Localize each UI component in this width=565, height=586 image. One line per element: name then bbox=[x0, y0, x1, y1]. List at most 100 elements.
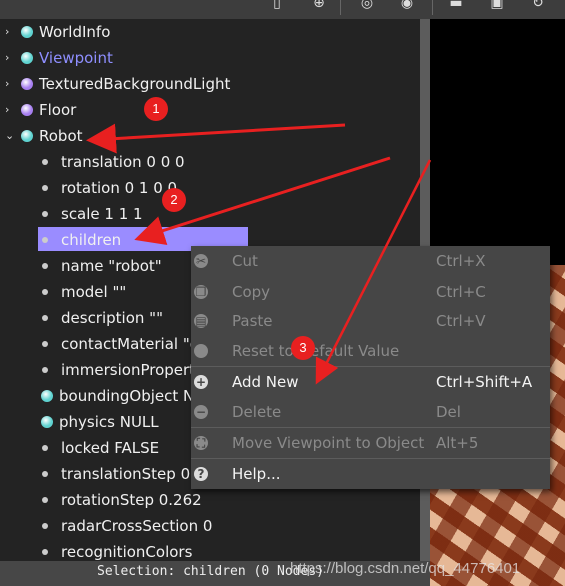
field-bullet-icon bbox=[42, 263, 48, 269]
annotation-badge: 2 bbox=[162, 188, 186, 212]
field-label: immersionPropert bbox=[61, 361, 196, 379]
reload-icon[interactable]: ↻ bbox=[530, 0, 546, 10]
menu-item-shortcut: Ctrl+V bbox=[436, 312, 486, 330]
field-label: locked FALSE bbox=[61, 439, 160, 457]
field-label: translationStep 0.0 bbox=[61, 465, 205, 483]
scissors-icon: ✂ bbox=[194, 254, 208, 268]
chevron-right-icon[interactable]: › bbox=[5, 19, 13, 45]
tree-field[interactable]: scale 1 1 1 bbox=[0, 201, 420, 227]
paste-icon: ▤ bbox=[194, 314, 208, 328]
menu-item-shortcut: Alt+5 bbox=[436, 434, 479, 452]
menu-item-delete[interactable]: − Delete Del bbox=[191, 398, 550, 426]
menu-item-label: Add New bbox=[232, 373, 299, 391]
split-view-icon[interactable]: ▯ bbox=[269, 0, 285, 10]
plus-circle-icon: + bbox=[194, 375, 208, 389]
menu-item-shortcut: Ctrl+Shift+A bbox=[436, 373, 533, 391]
field-bullet-icon bbox=[42, 211, 48, 217]
field-bullet-icon bbox=[42, 471, 48, 477]
reset-icon bbox=[194, 344, 208, 358]
field-bullet-icon bbox=[42, 523, 48, 529]
field-bullet-icon bbox=[42, 237, 48, 243]
chevron-down-icon[interactable]: ⌄ bbox=[5, 123, 14, 149]
field-bullet-icon bbox=[42, 185, 48, 191]
tree-node[interactable]: › Floor bbox=[0, 97, 420, 123]
field-label: description "" bbox=[61, 309, 163, 327]
field-label: name "robot" bbox=[61, 257, 162, 275]
menu-item-label: Paste bbox=[232, 312, 273, 330]
help-icon: ? bbox=[194, 467, 208, 481]
menu-item-shortcut: Ctrl+X bbox=[436, 252, 486, 270]
tree-field[interactable]: rotationStep 0.262 bbox=[0, 487, 420, 513]
menu-item-move-viewpoint-to-object[interactable]: ⛶ Move Viewpoint to Object Alt+5 bbox=[191, 429, 550, 457]
menu-separator bbox=[191, 366, 550, 367]
node-label: Viewpoint bbox=[39, 49, 113, 67]
add-icon[interactable]: ⊕ bbox=[311, 0, 327, 10]
rotate-view-icon[interactable]: ◎ bbox=[359, 0, 375, 10]
annotation-badge: 3 bbox=[291, 336, 315, 360]
watermark: https://blog.csdn.net/qq_44776401 bbox=[290, 560, 521, 577]
chevron-right-icon[interactable]: › bbox=[5, 45, 13, 71]
annotation-badge: 1 bbox=[144, 97, 168, 121]
tree-node[interactable]: › WorldInfo bbox=[0, 19, 420, 45]
node-label: Floor bbox=[39, 101, 77, 119]
node-icon bbox=[21, 104, 33, 116]
node-icon bbox=[21, 26, 33, 38]
field-label: boundingObject N bbox=[59, 387, 195, 405]
node-label: TexturedBackgroundLight bbox=[39, 75, 231, 93]
focus-icon: ⛶ bbox=[194, 436, 208, 450]
menu-item-label: Help... bbox=[232, 465, 281, 483]
chevron-right-icon[interactable]: › bbox=[5, 71, 13, 97]
menu-item-shortcut: Ctrl+C bbox=[436, 283, 486, 301]
field-bullet-icon bbox=[42, 341, 48, 347]
context-menu: ✂ Cut Ctrl+X ❐ Copy Ctrl+C ▤ Paste Ctrl+V Reset t… bbox=[191, 246, 550, 489]
menu-item-label: Reset to Default Value bbox=[232, 342, 400, 360]
menu-item-label: Cut bbox=[232, 252, 258, 270]
tree-node[interactable]: › Viewpoint bbox=[0, 45, 420, 71]
menu-item-label: Move Viewpoint to Object bbox=[232, 434, 425, 452]
tree-field[interactable]: rotation 0 1 0 0 bbox=[0, 175, 420, 201]
field-label: translation 0 0 0 bbox=[61, 153, 185, 171]
toolbar-divider bbox=[340, 0, 341, 15]
tree-node[interactable]: ⌄ Robot bbox=[0, 123, 420, 149]
field-label: rotationStep 0.262 bbox=[61, 491, 202, 509]
field-label: rotation 0 1 0 0 bbox=[61, 179, 178, 197]
node-icon bbox=[21, 78, 33, 90]
field-label: model "" bbox=[61, 283, 127, 301]
node-label: Robot bbox=[39, 127, 83, 145]
field-bullet-icon bbox=[42, 497, 48, 503]
menu-item-copy[interactable]: ❐ Copy Ctrl+C bbox=[191, 278, 550, 306]
save-icon[interactable]: ▣ bbox=[489, 0, 505, 10]
eye-icon[interactable]: ◉ bbox=[399, 0, 415, 10]
field-label: scale 1 1 1 bbox=[61, 205, 143, 223]
node-icon bbox=[21, 52, 33, 64]
menu-item-label: Delete bbox=[232, 403, 282, 421]
node-icon bbox=[41, 390, 53, 402]
field-label: physics NULL bbox=[59, 413, 159, 431]
tree-field[interactable]: translation 0 0 0 bbox=[0, 149, 420, 175]
tree-node[interactable]: › TexturedBackgroundLight bbox=[0, 71, 420, 97]
field-bullet-icon bbox=[42, 289, 48, 295]
field-bullet-icon bbox=[42, 315, 48, 321]
toolbar-divider bbox=[432, 0, 433, 15]
node-icon bbox=[21, 130, 33, 142]
field-bullet-icon bbox=[42, 445, 48, 451]
menu-separator bbox=[191, 427, 550, 428]
menu-item-paste[interactable]: ▤ Paste Ctrl+V bbox=[191, 307, 550, 335]
field-bullet-icon bbox=[42, 159, 48, 165]
menu-item-help[interactable]: ? Help... bbox=[191, 460, 550, 488]
tree-field[interactable]: radarCrossSection 0 bbox=[0, 513, 420, 539]
field-label: radarCrossSection 0 bbox=[61, 517, 213, 535]
menu-item-label: Copy bbox=[232, 283, 271, 301]
menu-item-reset-to-default-value[interactable]: Reset to Default Value bbox=[191, 337, 550, 365]
field-bullet-icon bbox=[42, 549, 48, 555]
menu-item-shortcut: Del bbox=[436, 403, 461, 421]
chevron-right-icon[interactable]: › bbox=[5, 97, 13, 123]
toolbar: ▯ ⊕ ◎ ◉ ▬ ▣ ↻ bbox=[0, 0, 565, 19]
node-label: WorldInfo bbox=[39, 23, 111, 41]
menu-item-cut[interactable]: ✂ Cut Ctrl+X bbox=[191, 247, 550, 275]
copy-icon: ❐ bbox=[194, 285, 208, 299]
menu-separator bbox=[191, 458, 550, 459]
field-label: children bbox=[61, 231, 122, 249]
menu-item-add-new[interactable]: + Add New Ctrl+Shift+A bbox=[191, 368, 550, 396]
open-world-icon[interactable]: ▬ bbox=[448, 0, 464, 10]
